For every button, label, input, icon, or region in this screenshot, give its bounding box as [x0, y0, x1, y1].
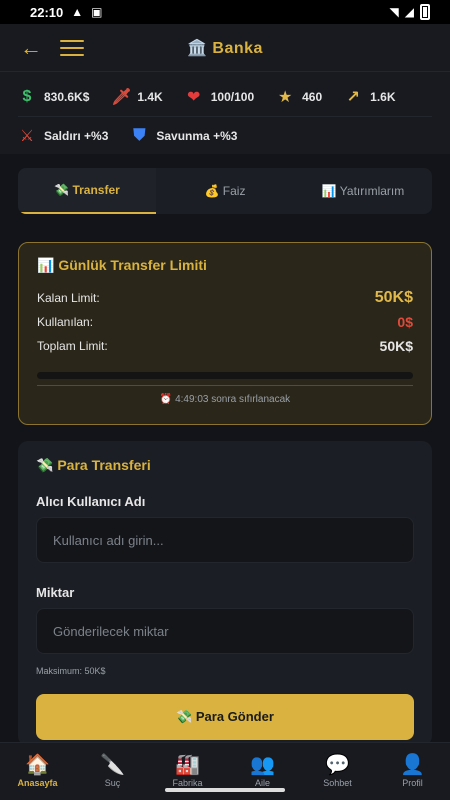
nav-profile-label: Profil [402, 778, 423, 788]
max-amount-hint: Maksimum: 50K$ [36, 666, 106, 676]
home-indicator[interactable] [165, 788, 285, 792]
limit-progress-bar [37, 372, 413, 379]
warning-icon: ▲ [71, 5, 84, 19]
tab-transfer[interactable]: 💸 Transfer [18, 168, 156, 214]
nav-family[interactable]: 👥 Aile [225, 755, 300, 788]
tab-investments[interactable]: 📊 Yatırımlarım [294, 168, 432, 214]
money-transfer-card: 💸 Para Transferi Alıcı Kullanıcı Adı Mik… [18, 441, 432, 746]
knife-icon: 🗡 [111, 89, 132, 106]
nav-crime-label: Suç [104, 778, 121, 788]
amount-input[interactable] [36, 608, 414, 654]
star-icon: ★ [277, 89, 293, 106]
stat-health: ❤ 100/100 [185, 87, 254, 107]
stat-power-value: 1.4K [137, 90, 163, 104]
battery-icon [420, 4, 430, 20]
stat-star: ★ 460 [276, 87, 322, 107]
stat-power: 🗡 1.4K [111, 87, 162, 107]
total-limit-value: 50K$ [379, 338, 413, 354]
back-arrow-icon[interactable]: ← [20, 35, 50, 61]
app-header: ← 🏛️ Banka [0, 24, 450, 72]
daily-limit-card: 📊 Günlük Transfer Limiti Kalan Limit: 50… [18, 242, 432, 425]
stat-growth: ↗ 1.6K [344, 87, 395, 107]
stat-health-value: 100/100 [210, 90, 255, 104]
nav-chat-label: Sohbet [323, 778, 352, 788]
stat-star-value: 460 [302, 90, 323, 104]
remaining-limit-row: Kalan Limit: 50K$ [37, 286, 413, 310]
transfer-card-title: 💸 Para Transferi [36, 457, 151, 473]
signal-icon: ◢ [404, 5, 414, 19]
tab-interest[interactable]: 💰 Faiz [156, 168, 294, 214]
crossed-swords-icon: ⚔ [19, 127, 35, 145]
stat-defense-value: Savunma +%3 [156, 128, 238, 143]
nav-profile[interactable]: 👤 Profil [375, 755, 450, 788]
trending-up-icon: ↗ [346, 89, 360, 106]
stat-money-value: 830.6K$ [44, 90, 90, 104]
nav-family-label: Aile [254, 778, 270, 788]
send-money-button[interactable]: 💸 Para Gönder [36, 694, 414, 740]
total-limit-row: Toplam Limit: 50K$ [37, 334, 413, 358]
total-limit-label: Toplam Limit: [37, 339, 108, 353]
knife-icon: 🔪 [100, 754, 125, 776]
nav-factory-label: Fabrika [172, 778, 203, 788]
notification-icon: ▣ [91, 5, 103, 19]
nav-home-label: Anasayfa [17, 778, 58, 788]
recipient-label: Alıcı Kullanıcı Adı [36, 494, 146, 509]
remaining-limit-value: 50K$ [374, 289, 413, 306]
limit-card-title: 📊 Günlük Transfer Limiti [37, 257, 207, 273]
status-time: 22:10 [30, 4, 64, 20]
chat-bubble-icon: 💬 [325, 754, 350, 776]
nav-crime[interactable]: 🔪 Suç [75, 755, 150, 788]
stat-defense: ⛊ Savunma +%3 [130, 127, 237, 145]
amount-label: Miktar [36, 585, 75, 600]
home-icon: 🏠 [25, 754, 50, 776]
status-bar: 22:10 ▲ ▣ ◥ ◢ [0, 0, 450, 24]
dollar-icon: $ [22, 88, 32, 105]
nav-chat[interactable]: 💬 Sohbet [300, 755, 375, 788]
hamburger-menu-icon[interactable] [60, 39, 84, 56]
player-stats: $ 830.6K$ 🗡 1.4K ❤ 100/100 ★ 460 ↗ 1.6K … [0, 72, 450, 154]
reset-timer: ⏰ 4:49:03 sonra sıfırlanacak [37, 385, 413, 405]
used-limit-row: Kullanılan: 0$ [37, 310, 413, 334]
nav-factory[interactable]: 🏭 Fabrika [150, 755, 225, 788]
used-limit-value: 0$ [397, 314, 413, 330]
stat-money: $ 830.6K$ [18, 88, 90, 106]
stat-growth-value: 1.6K [370, 90, 396, 104]
heart-icon: ❤ [187, 89, 201, 106]
nav-home[interactable]: 🏠 Anasayfa [0, 755, 75, 788]
used-limit-label: Kullanılan: [37, 315, 94, 329]
shield-icon: ⛊ [133, 126, 146, 144]
factory-icon: 🏭 [175, 754, 200, 776]
recipient-username-input[interactable] [36, 517, 414, 563]
bank-tabs: 💸 Transfer 💰 Faiz 📊 Yatırımlarım [18, 168, 432, 214]
users-icon: 👥 [250, 754, 275, 776]
wifi-icon: ◥ [389, 5, 399, 19]
remaining-limit-label: Kalan Limit: [37, 291, 100, 305]
stat-attack-value: Saldırı +%3 [44, 128, 109, 143]
user-icon: 👤 [400, 754, 425, 776]
stat-attack: ⚔ Saldırı +%3 [18, 126, 109, 146]
